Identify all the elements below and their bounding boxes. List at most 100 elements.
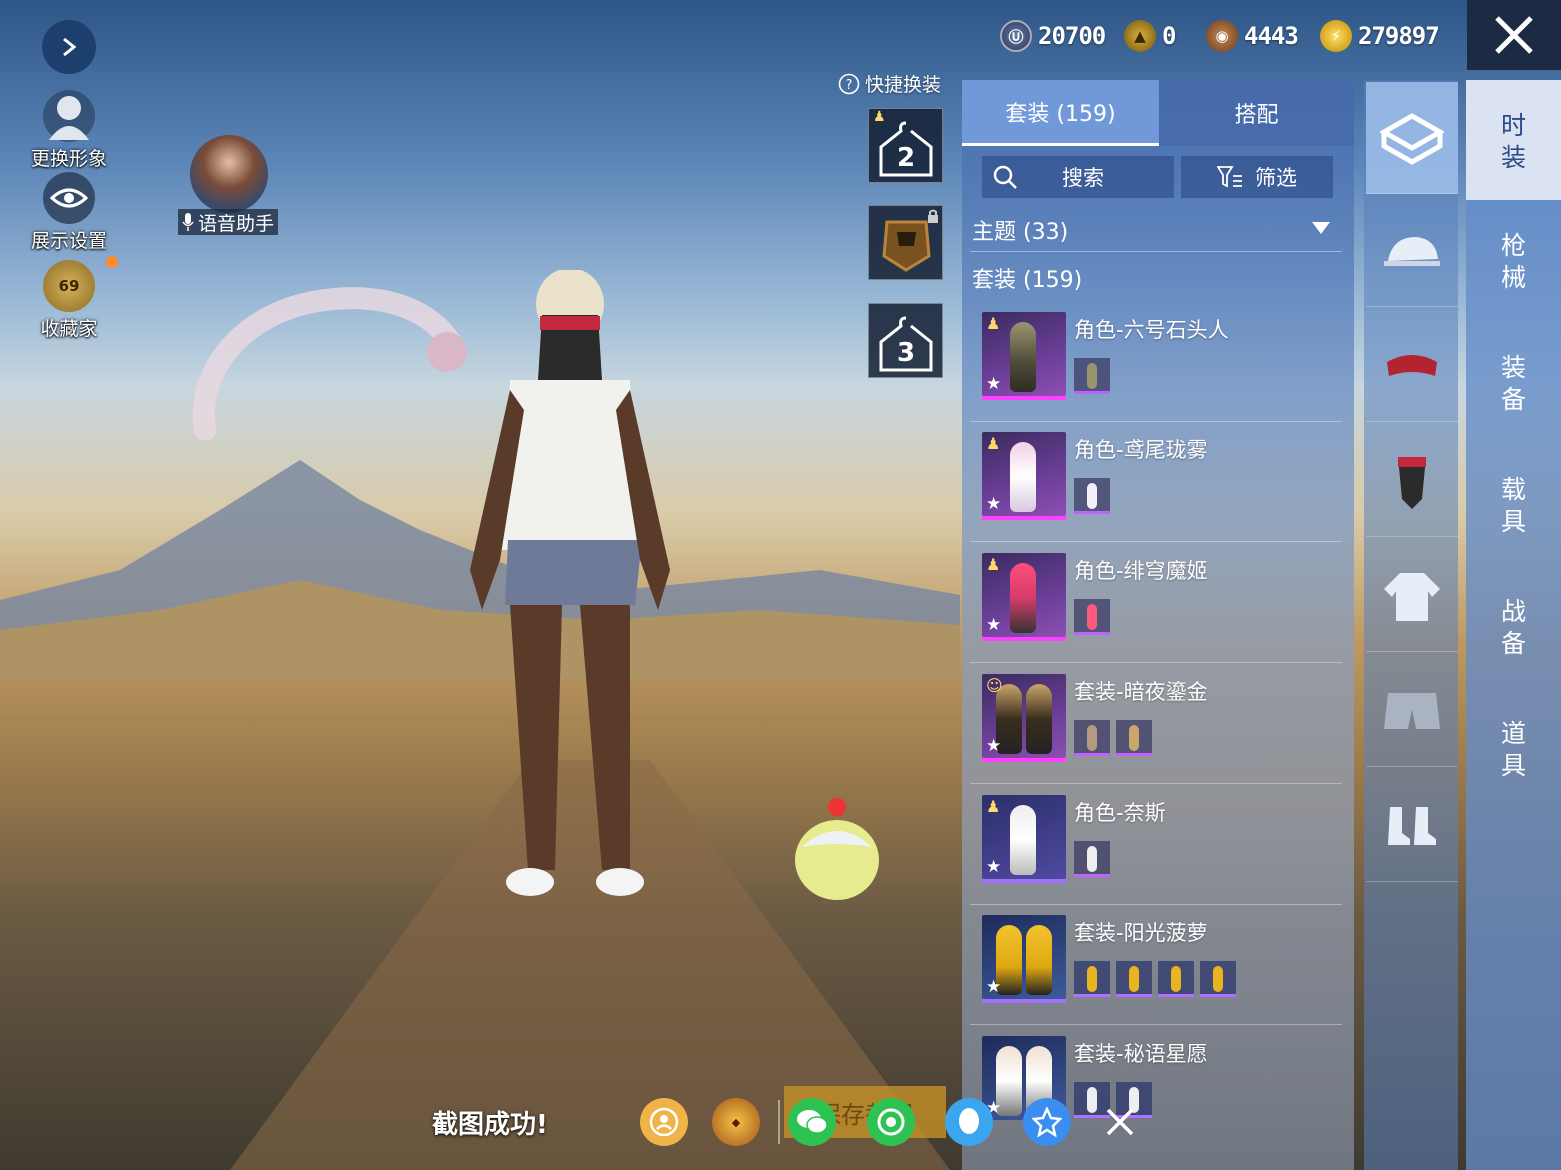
star-icon: ★ [986, 374, 1002, 394]
currency-value: 4443 [1244, 22, 1299, 50]
search-button[interactable]: 搜索 [982, 156, 1174, 198]
list-item[interactable]: ♟ ★ 角色-奈斯 [970, 787, 1342, 905]
tab-gear[interactable]: 战 备 [1466, 596, 1561, 660]
outfit-slot-number: 3 [897, 338, 916, 368]
category-face[interactable] [1366, 425, 1458, 537]
svg-text:?: ? [846, 78, 853, 93]
game-logo-icon: ◆ [731, 1115, 741, 1129]
role-icon: ♟ [986, 314, 1001, 333]
sub-item-thumb [1074, 599, 1110, 635]
voice-assistant-button[interactable]: 语音助手 [178, 135, 282, 235]
currency-uc[interactable]: Ⓤ 20700 [1000, 18, 1106, 54]
dropdown-triangle-icon [1312, 222, 1330, 234]
sub-item-thumb [1158, 961, 1194, 997]
category-pants[interactable] [1366, 655, 1458, 767]
share-qq-button[interactable] [945, 1098, 993, 1146]
divider [778, 1100, 780, 1144]
list-item[interactable]: ♟ ★ 角色-六号石头人 [970, 304, 1342, 422]
lock-icon [928, 209, 938, 223]
category-top[interactable] [1366, 540, 1458, 652]
currency-value: 20700 [1038, 22, 1106, 50]
tab-match-label: 搭配 [1234, 103, 1279, 128]
item-name: 套装-阳光菠萝 [1074, 921, 1208, 945]
quick-change-label: 快捷换装 [865, 74, 942, 96]
currency-bronze[interactable]: ◉ 4443 [1206, 18, 1299, 54]
bronze-coin-icon: ◉ [1206, 20, 1238, 52]
expand-arrow-button[interactable] [42, 20, 96, 74]
item-name: 角色-奈斯 [1074, 801, 1166, 825]
tab-match[interactable]: 搭配 [1159, 80, 1354, 146]
currency-value: 279897 [1358, 22, 1440, 50]
chevron-right-icon [63, 37, 77, 57]
collector-button[interactable]: 69 收藏家 [14, 260, 124, 341]
item-name: 角色-鸢尾珑雾 [1074, 438, 1208, 462]
share-wechat-button[interactable] [788, 1098, 836, 1146]
filter-icon [1217, 166, 1242, 188]
list-item[interactable]: ♟ ★ 角色-绯穹魔姬 [970, 545, 1342, 663]
outfit-slot-locked[interactable] [868, 205, 943, 280]
person-circle-icon [649, 1107, 679, 1137]
role-icon: ♟ [986, 797, 1001, 816]
share-qzone-button[interactable] [1023, 1098, 1071, 1146]
suit-header: 套装 (159) [972, 268, 1083, 293]
star-icon: ★ [986, 736, 1002, 756]
star-icon: ★ [986, 857, 1002, 877]
item-thumbnail: ★ [982, 915, 1066, 1003]
wardrobe-box-icon [1380, 112, 1444, 165]
tab-weapons[interactable]: 枪 械 [1466, 230, 1561, 294]
shorts-icon [1384, 692, 1440, 729]
item-thumbnail: ☺ ★ [982, 674, 1066, 762]
tab-suits[interactable]: 套装 (159) [962, 80, 1159, 146]
cap-icon [1384, 236, 1440, 266]
item-thumbnail: ♟ ★ [982, 432, 1066, 520]
theme-header[interactable]: 主题 (33) [970, 210, 1342, 252]
share-close-button[interactable] [1100, 1102, 1140, 1142]
filter-label: 筛选 [1255, 166, 1297, 190]
list-item[interactable]: ☺ ★ 套装-暗夜鎏金 [970, 666, 1342, 784]
quick-change-button[interactable]: ? 快捷换装 [838, 70, 941, 97]
boots-icon [1388, 806, 1436, 845]
tab-fashion-label: 时 装 [1500, 111, 1526, 172]
sub-item-thumb [1074, 720, 1110, 756]
item-name: 套装-秘语星愿 [1074, 1042, 1208, 1066]
theme-header-label: 主题 (33) [972, 220, 1069, 245]
ag-coin-icon: ▲ [1124, 20, 1156, 52]
item-name: 角色-绯穹魔姬 [1074, 559, 1208, 583]
category-hat[interactable] [1366, 195, 1458, 307]
wechat-icon [797, 1110, 828, 1134]
sub-item-thumb [1074, 478, 1110, 514]
help-circle-icon: ? [838, 73, 860, 94]
owned-figure-icon: ♟ [873, 109, 886, 125]
face-mask-icon [1398, 456, 1426, 509]
currency-lightning[interactable]: ⚡ 279897 [1320, 18, 1440, 54]
tab-vehicles[interactable]: 载 具 [1466, 474, 1561, 538]
list-item[interactable]: ♟ ★ 角色-鸢尾珑雾 [970, 424, 1342, 542]
chick-pet[interactable] [790, 795, 885, 905]
eye-icon [50, 188, 88, 208]
microphone-icon [182, 213, 194, 231]
outfit-slot-3[interactable]: 3 [868, 303, 943, 378]
item-name: 角色-六号石头人 [1074, 318, 1229, 342]
change-avatar-button[interactable]: 更换形象 [14, 90, 124, 171]
category-suit[interactable] [1366, 82, 1458, 194]
player-character[interactable] [430, 270, 710, 910]
tab-equipment[interactable]: 装 备 [1466, 352, 1561, 416]
filter-button[interactable]: 筛选 [1181, 156, 1333, 198]
outfit-slot-2[interactable]: 2 ♟ [868, 108, 943, 183]
lightning-coin-icon: ⚡ [1320, 20, 1352, 52]
share-avatar-button[interactable] [640, 1098, 688, 1146]
share-moments-button[interactable] [867, 1098, 915, 1146]
close-button[interactable] [1467, 0, 1561, 70]
list-item[interactable]: ★ 套装-阳光菠萝 [970, 907, 1342, 1025]
assistant-portrait [190, 135, 268, 213]
display-settings-label: 展示设置 [30, 230, 107, 252]
category-mask[interactable] [1366, 310, 1458, 422]
search-label: 搜索 [1062, 166, 1104, 190]
star-icon: ★ [986, 615, 1002, 635]
display-settings-button[interactable]: 展示设置 [14, 172, 124, 253]
share-game-app-button[interactable]: ◆ [712, 1098, 760, 1146]
currency-ag[interactable]: ▲ 0 [1124, 18, 1176, 54]
change-avatar-label: 更换形象 [30, 148, 107, 170]
category-shoes[interactable] [1366, 770, 1458, 882]
tab-items[interactable]: 道 具 [1466, 718, 1561, 782]
